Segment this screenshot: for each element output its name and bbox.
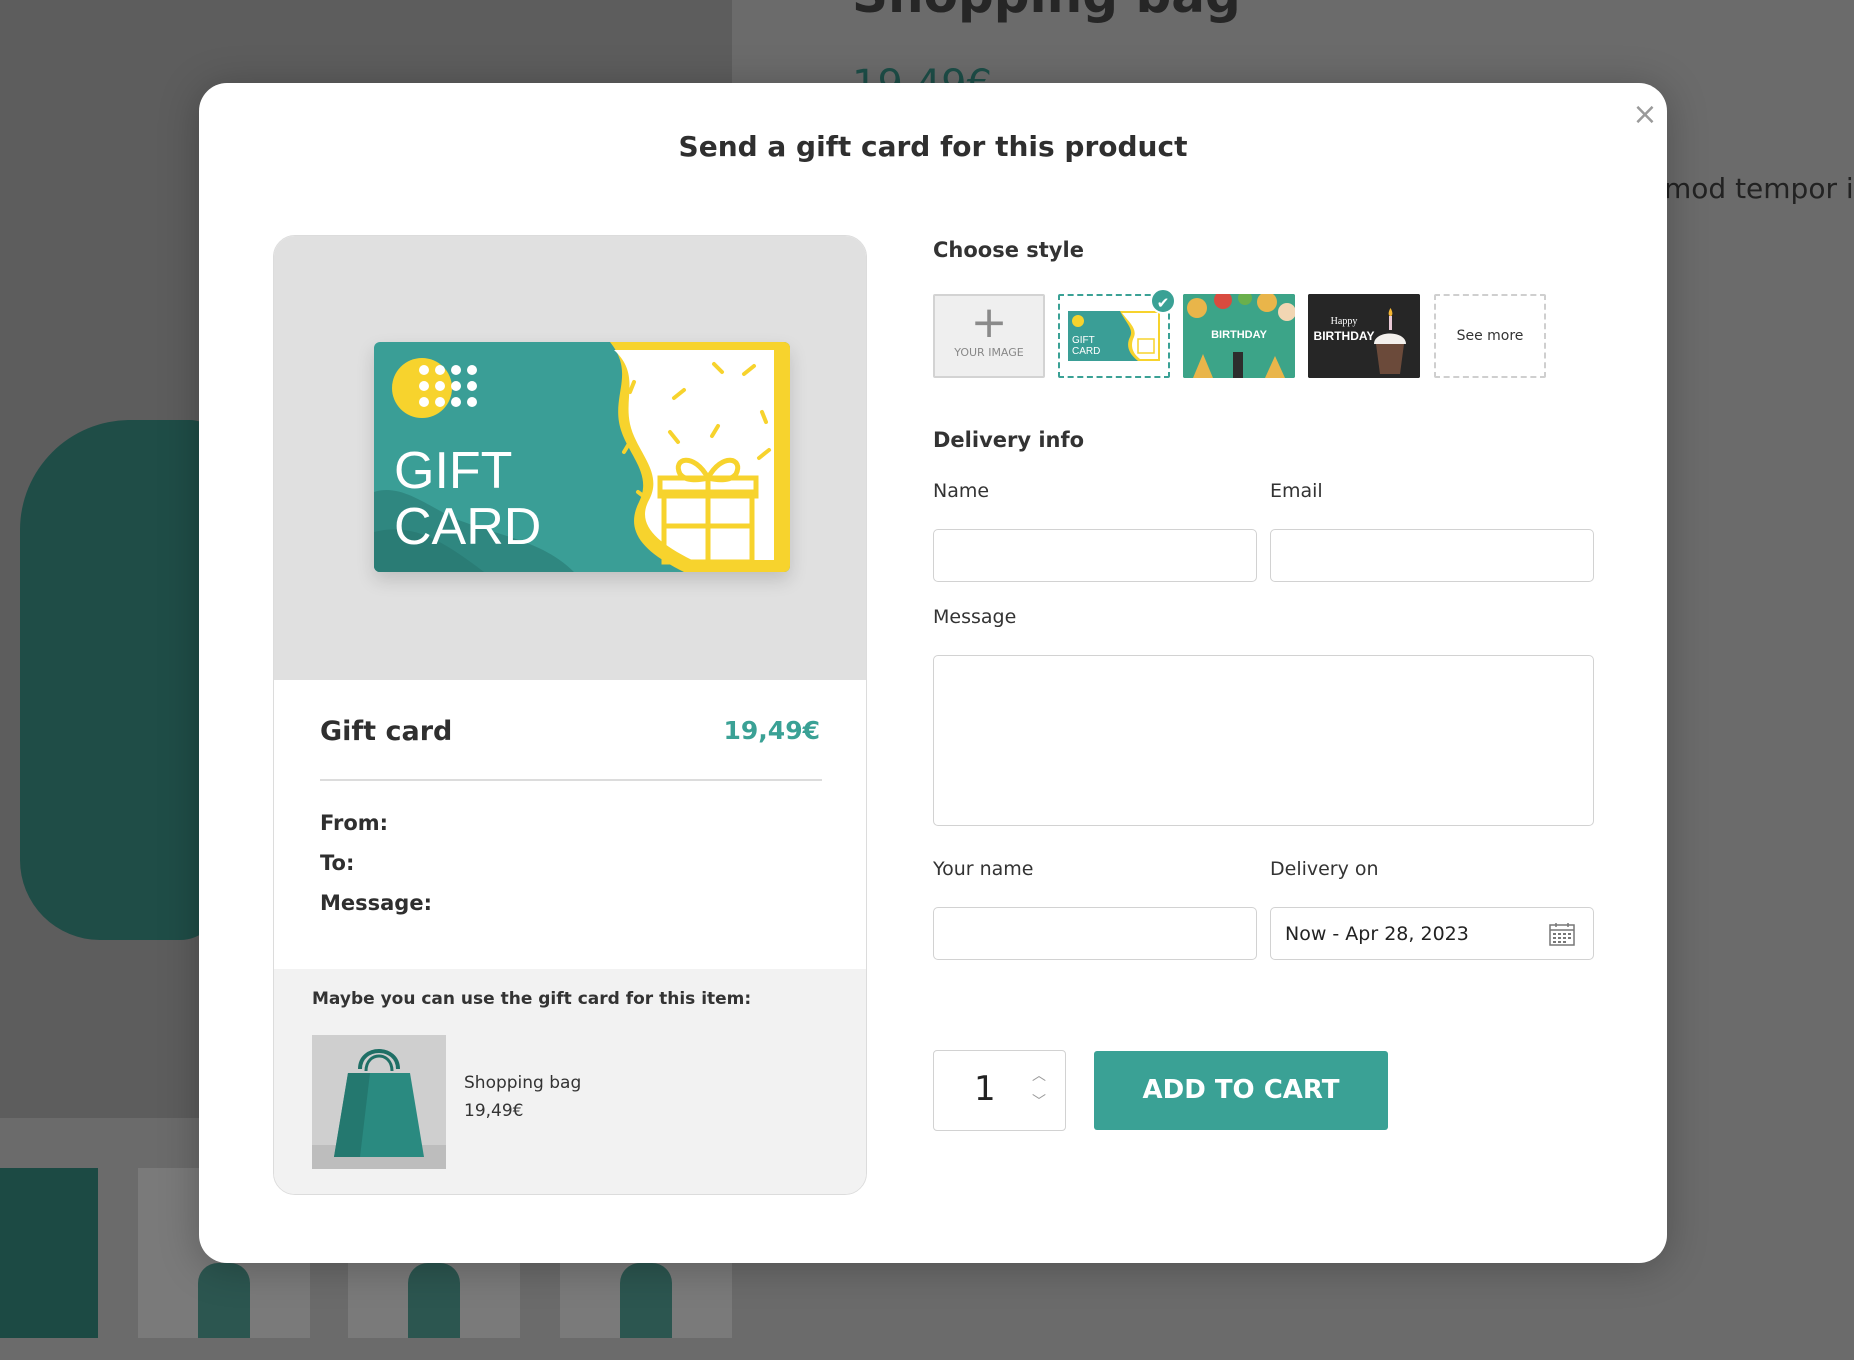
message-label: Message	[933, 606, 1017, 628]
preview-price: 19,49€	[723, 716, 820, 745]
recipient-name-input[interactable]	[933, 529, 1257, 582]
suggested-item-price: 19,49€	[464, 1101, 524, 1121]
message-textarea[interactable]	[933, 655, 1594, 826]
see-more-styles-button[interactable]: See more	[1434, 294, 1546, 378]
plus-icon: +	[970, 297, 1008, 348]
sender-name-input[interactable]	[933, 907, 1257, 960]
delivery-info-heading: Delivery info	[933, 428, 1085, 452]
shopping-bag-icon	[312, 1035, 446, 1169]
chevron-down-icon[interactable]: ﹀	[1030, 1091, 1048, 1110]
birthday-balloons-thumbnail: BIRTHDAY	[1183, 294, 1295, 378]
thumbnail-text-1: GIFT	[1072, 335, 1095, 346]
gift-card-image-area: GIFT CARD	[274, 236, 866, 680]
selected-check-icon: ✔	[1150, 288, 1176, 314]
preview-title: Gift card	[320, 716, 453, 747]
modal-title: Send a gift card for this product	[678, 130, 1188, 163]
thumbnail-text-2: CARD	[1072, 346, 1100, 357]
delivery-date-input[interactable]: Now - Apr 28, 2023	[1270, 907, 1594, 960]
close-icon[interactable]: ×	[1630, 100, 1660, 130]
email-label: Email	[1270, 480, 1323, 502]
background-thumbnail	[0, 1168, 98, 1338]
calendar-icon[interactable]	[1549, 922, 1575, 946]
suggested-item-image[interactable]	[312, 1035, 446, 1169]
style-option-birthday-cupcake[interactable]: Happy BIRTHDAY	[1308, 294, 1420, 378]
suggested-item-section: Maybe you can use the gift card for this…	[274, 969, 866, 1194]
gift-card-illustration: GIFT CARD	[374, 342, 790, 572]
preview-message-label: Message:	[320, 891, 432, 915]
style-option-upload-image[interactable]: + YOUR IMAGE	[933, 294, 1045, 378]
delivery-on-label: Delivery on	[1270, 858, 1379, 880]
preview-from-label: From:	[320, 811, 389, 835]
birthday2-text-bottom: BIRTHDAY	[1314, 329, 1375, 343]
delivery-date-value: Now - Apr 28, 2023	[1285, 923, 1469, 945]
background-product-description: mod tempor inc	[1664, 172, 1854, 205]
preview-divider	[320, 779, 822, 781]
quantity-value[interactable]: 1	[974, 1069, 996, 1109]
background-bag-image	[20, 420, 220, 940]
upload-image-caption: YOUR IMAGE	[954, 346, 1024, 359]
gift-card-image: GIFT CARD	[374, 342, 790, 572]
add-to-cart-button[interactable]: ADD TO CART	[1094, 1051, 1388, 1130]
gift-card-thumbnail: GIFT CARD	[1068, 311, 1160, 361]
choose-style-heading: Choose style	[933, 238, 1084, 262]
birthday-cupcake-thumbnail: Happy BIRTHDAY	[1308, 294, 1420, 378]
preview-to-label: To:	[320, 851, 355, 875]
recipient-email-input[interactable]	[1270, 529, 1594, 582]
gift-card-text-2: CARD	[394, 498, 541, 556]
gift-card-text-1: GIFT	[394, 442, 512, 500]
chevron-up-icon[interactable]: ︿	[1030, 1065, 1048, 1084]
style-option-birthday-balloons[interactable]: BIRTHDAY	[1183, 294, 1295, 378]
birthday1-text: BIRTHDAY	[1211, 329, 1267, 341]
gift-card-preview: GIFT CARD Gift card 19,49€ From: To: Mes…	[273, 235, 867, 1195]
suggested-item-heading: Maybe you can use the gift card for this…	[312, 989, 752, 1009]
suggested-item-name[interactable]: Shopping bag	[464, 1073, 581, 1093]
quantity-stepper[interactable]: 1 ︿ ﹀	[933, 1050, 1066, 1131]
your-name-label: Your name	[933, 858, 1034, 880]
name-label: Name	[933, 480, 990, 502]
background-product-title: Shopping bag	[852, 0, 1241, 24]
birthday2-text-top: Happy	[1331, 316, 1358, 327]
